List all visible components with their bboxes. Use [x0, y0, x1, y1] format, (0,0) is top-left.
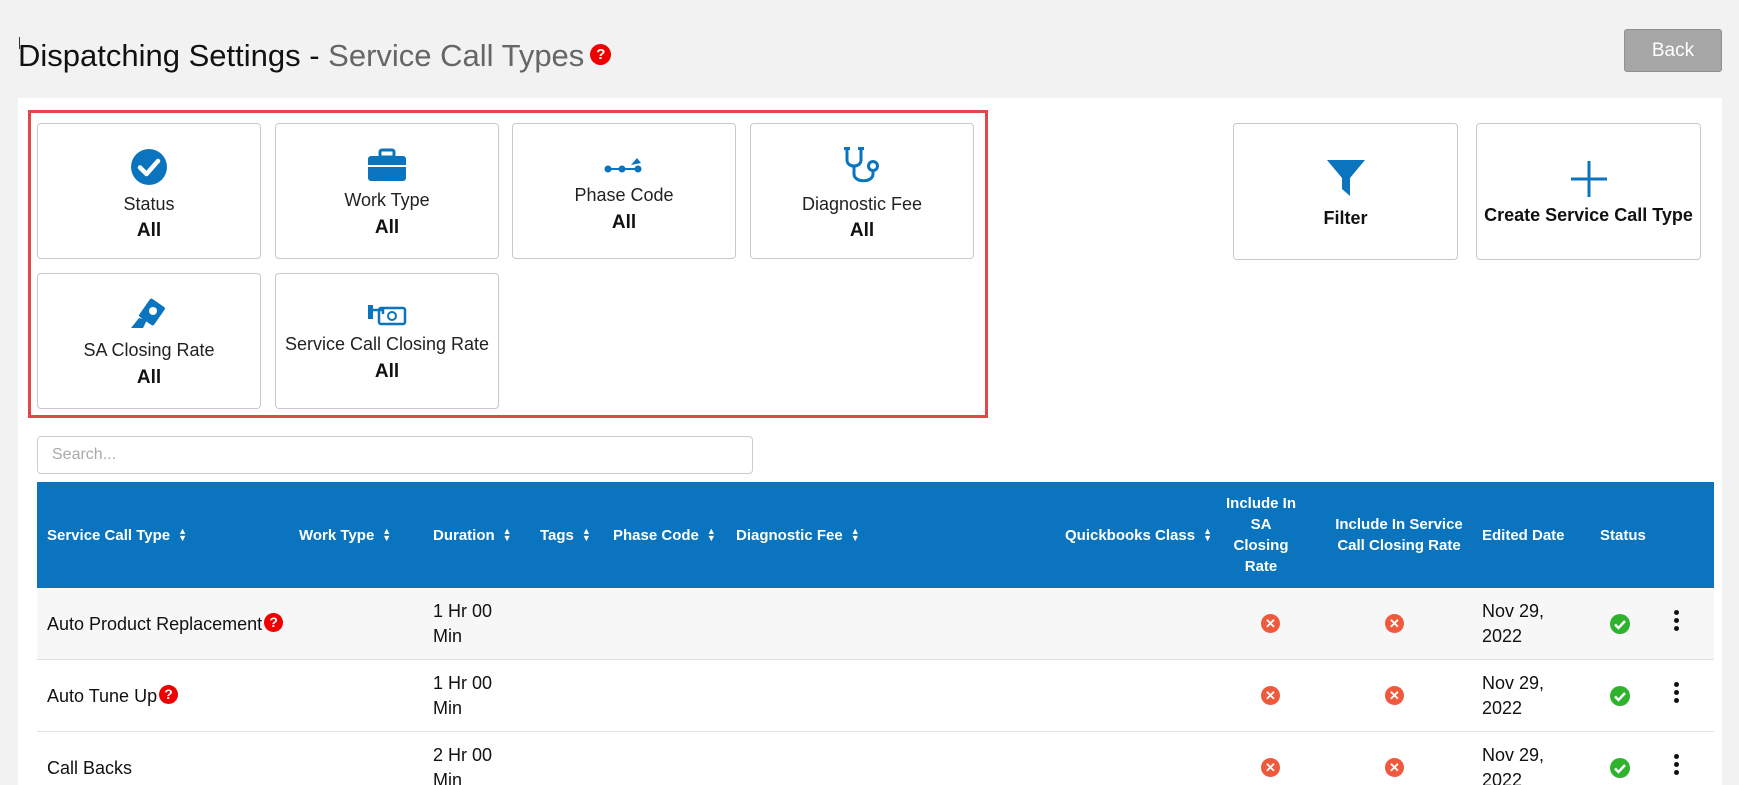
- table-row[interactable]: Call Backs 2 Hr 00 Min ✕ ✕ Nov 29, 2022: [37, 732, 1714, 785]
- filter-value: All: [136, 367, 162, 388]
- filter-card-work-type[interactable]: Work Type All: [275, 123, 499, 259]
- x-circle-icon: ✕: [1385, 758, 1404, 777]
- column-header-phase-code[interactable]: Phase Code ▲ ▼: [613, 482, 716, 588]
- filter-label: Diagnostic Fee: [801, 194, 923, 214]
- column-header-diagnostic-fee[interactable]: Diagnostic Fee ▲ ▼: [736, 482, 860, 588]
- column-header-work-type[interactable]: Work Type ▲ ▼: [299, 482, 391, 588]
- filter-card-status[interactable]: Status All: [37, 123, 261, 259]
- filter-button[interactable]: Filter: [1233, 123, 1458, 260]
- column-header-include-service-call-closing-rate: Include In Service Call Closing Rate: [1335, 516, 1463, 554]
- help-icon[interactable]: ?: [590, 44, 612, 66]
- filter-card-diagnostic-fee[interactable]: Diagnostic Fee All: [750, 123, 974, 259]
- row-actions-menu-icon[interactable]: [1671, 754, 1681, 778]
- column-header-tags[interactable]: Tags ▲ ▼: [540, 482, 591, 588]
- sort-icon: ▲ ▼: [1203, 526, 1212, 543]
- search-input[interactable]: [37, 436, 753, 474]
- column-header-include-sa-closing-rate: Include In SA Closing Rate: [1226, 495, 1297, 575]
- create-button-label: Create Service Call Type: [1484, 205, 1693, 225]
- sort-icon: ▲ ▼: [850, 526, 860, 543]
- filter-value: All: [136, 220, 162, 241]
- page-title: Dispatching Settings - Service Call Type…: [18, 38, 612, 74]
- filter-card-sa-closing-rate[interactable]: SA Closing Rate All: [37, 273, 261, 409]
- filter-button-label: Filter: [1323, 208, 1368, 228]
- edited-date-cell: Nov 29, 2022: [1482, 673, 1545, 718]
- plus-icon: [1477, 160, 1700, 198]
- column-header-quickbooks-class[interactable]: Quickbooks Class ▲ ▼: [1065, 482, 1212, 588]
- check-circle-icon: [38, 148, 260, 186]
- duration-cell: 2 Hr 00 Min: [433, 745, 493, 785]
- filter-value: All: [849, 220, 875, 241]
- filter-value: All: [374, 361, 400, 382]
- page-subtitle: Service Call Types: [328, 38, 585, 73]
- check-circle-icon: [1610, 758, 1630, 778]
- x-circle-icon: ✕: [1261, 686, 1280, 705]
- x-circle-icon: ✕: [1385, 614, 1404, 633]
- filter-label: Status: [123, 194, 175, 214]
- filter-value: All: [611, 212, 637, 233]
- sort-icon: ▲ ▼: [382, 526, 392, 543]
- filter-card-service-call-closing-rate[interactable]: Service Call Closing Rate All: [275, 273, 499, 409]
- filter-label: Service Call Closing Rate: [284, 334, 490, 354]
- table-row[interactable]: Auto Tune Up? 1 Hr 00 Min ✕ ✕ Nov 29, 20…: [37, 660, 1714, 732]
- filter-card-phase-code[interactable]: Phase Code All: [512, 123, 736, 259]
- service-call-type-cell: Call Backs: [47, 757, 133, 778]
- duration-cell: 1 Hr 00 Min: [433, 601, 493, 646]
- filter-label: Work Type: [344, 190, 430, 210]
- back-button[interactable]: Back: [1624, 29, 1722, 72]
- create-service-call-type-button[interactable]: Create Service Call Type: [1476, 123, 1701, 260]
- edited-date-cell: Nov 29, 2022: [1482, 601, 1545, 646]
- x-circle-icon: ✕: [1261, 614, 1280, 633]
- sort-icon: ▲ ▼: [502, 526, 512, 543]
- help-icon[interactable]: ?: [264, 612, 284, 632]
- sort-icon: ▲ ▼: [178, 526, 188, 543]
- edited-date-cell: Nov 29, 2022: [1482, 745, 1545, 785]
- x-circle-icon: ✕: [1385, 686, 1404, 705]
- money-exchange-icon: [276, 304, 498, 326]
- funnel-icon: [1234, 158, 1457, 198]
- filter-label: SA Closing Rate: [83, 340, 215, 360]
- table-row[interactable]: Auto Product Replacement? 1 Hr 00 Min ✕ …: [37, 588, 1714, 660]
- help-icon[interactable]: ?: [159, 684, 179, 704]
- stethoscope-icon: [751, 146, 973, 186]
- column-header-duration[interactable]: Duration ▲ ▼: [433, 482, 512, 588]
- duration-cell: 1 Hr 00 Min: [433, 673, 493, 718]
- phase-code-icon: [513, 154, 735, 176]
- service-call-type-cell: Auto Product Replacement?: [47, 588, 284, 660]
- column-header-status: Status: [1600, 526, 1646, 544]
- briefcase-icon: [276, 148, 498, 182]
- page-title-main: Dispatching Settings -: [18, 38, 329, 73]
- check-circle-icon: [1610, 614, 1630, 634]
- column-header-edited-date: Edited Date: [1482, 526, 1565, 544]
- hand-money-icon: [38, 298, 260, 332]
- check-circle-icon: [1610, 686, 1630, 706]
- filter-value: All: [374, 217, 400, 238]
- row-actions-menu-icon[interactable]: [1671, 682, 1681, 706]
- x-circle-icon: ✕: [1261, 758, 1280, 777]
- service-call-type-cell: Auto Tune Up?: [47, 660, 179, 732]
- column-header-service-call-type[interactable]: Service Call Type ▲ ▼: [47, 482, 187, 588]
- table-header: Service Call Type ▲ ▼ Work Type ▲ ▼ Duration…: [37, 482, 1714, 588]
- sort-icon: ▲ ▼: [581, 526, 591, 543]
- filter-label: Phase Code: [574, 185, 674, 205]
- sort-icon: ▲ ▼: [706, 526, 716, 543]
- row-actions-menu-icon[interactable]: [1671, 610, 1681, 634]
